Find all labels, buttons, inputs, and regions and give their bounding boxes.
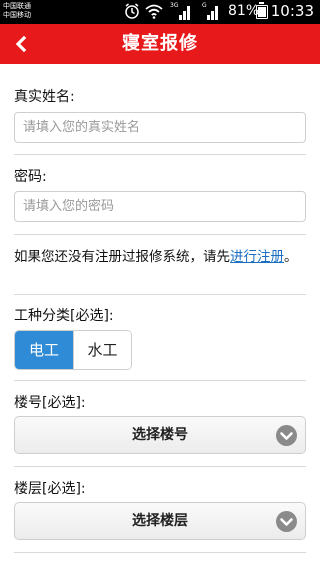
- chevron-down-icon: [276, 425, 297, 446]
- work-type-plumber-button[interactable]: 水工: [73, 331, 131, 369]
- password-input[interactable]: [14, 191, 306, 222]
- notice-text: 如果您还没有注册过报修系统，请先: [14, 249, 230, 265]
- building-select[interactable]: 选择楼号: [14, 416, 306, 454]
- floor-select[interactable]: 选择楼层: [14, 502, 306, 540]
- notice-end: 。: [284, 249, 298, 265]
- name-input[interactable]: [14, 112, 306, 143]
- work-type-toggle: 电工 水工: [14, 330, 132, 370]
- register-link[interactable]: 进行注册: [230, 249, 284, 265]
- divider: [14, 552, 306, 553]
- alarm-icon: [125, 3, 139, 19]
- divider: [14, 234, 306, 235]
- floor-select-label: 选择楼层: [132, 513, 188, 529]
- name-label: 真实姓名:: [14, 89, 75, 105]
- divider: [14, 466, 306, 467]
- battery-icon: [256, 2, 268, 19]
- divider: [14, 154, 306, 155]
- divider: [14, 294, 306, 295]
- building-label: 楼号[必选]:: [14, 395, 86, 411]
- divider: [14, 380, 306, 381]
- app-header: 寝室报修: [0, 24, 320, 64]
- page-title: 寝室报修: [122, 33, 198, 54]
- wifi-icon: [145, 4, 163, 19]
- chevron-down-icon: [276, 511, 297, 532]
- building-select-label: 选择楼号: [132, 427, 188, 443]
- carrier-1: 中国联通: [3, 2, 31, 10]
- battery-percentage: 81%: [228, 3, 260, 19]
- register-notice: 如果您还没有注册过报修系统，请先进行注册。: [14, 248, 306, 267]
- floor-label: 楼层[必选]:: [14, 481, 86, 497]
- signal-icon: [179, 6, 190, 20]
- signal-icon: [207, 6, 218, 20]
- carrier-names: 中国联通 中国移动: [3, 2, 31, 20]
- carrier-2: 中国移动: [3, 11, 31, 19]
- clock: 10:33: [270, 2, 314, 20]
- status-bar: 中国联通 中国移动 3G G 81% 10:33: [0, 0, 320, 24]
- work-type-electrician-button[interactable]: 电工: [15, 331, 73, 369]
- password-label: 密码:: [14, 169, 47, 185]
- work-type-label: 工种分类[必选]:: [14, 308, 114, 324]
